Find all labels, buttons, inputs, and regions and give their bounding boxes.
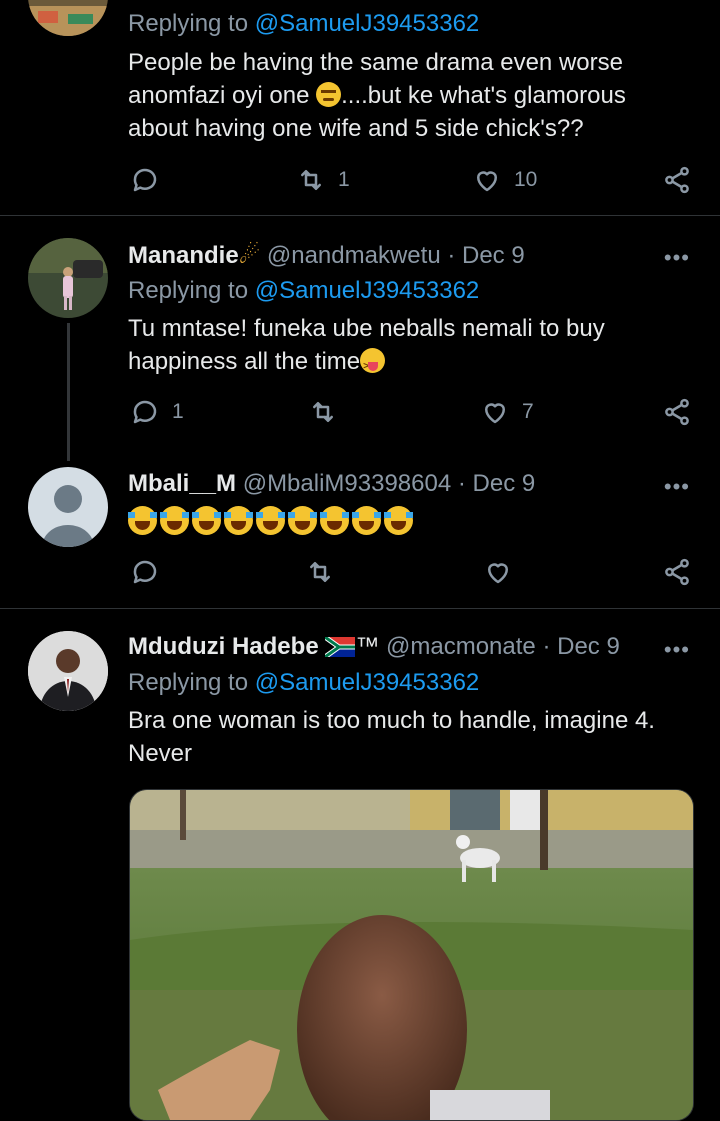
display-name[interactable]: Manandie xyxy=(128,242,239,269)
retweet-icon xyxy=(313,402,333,422)
share-icon xyxy=(665,398,689,426)
share-button[interactable] xyxy=(662,554,692,590)
tweet-text xyxy=(128,506,688,540)
replying-to: Replying to @SamuelJ39453362 xyxy=(128,669,480,696)
retweet-button[interactable] xyxy=(308,394,350,430)
tweet-text: Tu mntase! funeka ube neballs nemali to … xyxy=(128,312,688,383)
more-icon[interactable]: ••• xyxy=(664,245,690,271)
reply-button[interactable] xyxy=(130,162,172,198)
like-icon xyxy=(477,171,497,192)
replying-to: Replying to @SamuelJ39453362 xyxy=(128,277,480,304)
reply-icon xyxy=(133,560,157,584)
username[interactable]: @nandmakwetu xyxy=(267,242,441,269)
tweet-header: Mbali__M @MbaliM93398604 · Dec 9 xyxy=(128,470,535,498)
retweet-button[interactable]: 1 xyxy=(296,162,350,198)
timestamp[interactable]: · Dec 9 xyxy=(542,633,619,660)
tears-of-joy-emoji-icon xyxy=(160,506,189,535)
like-icon xyxy=(485,403,505,424)
south-africa-flag-icon xyxy=(323,634,356,660)
comet-emoji-icon: ☄ xyxy=(238,242,261,269)
avatar[interactable] xyxy=(28,467,108,547)
tweet-actions: 1 10 xyxy=(128,162,694,198)
tweet-actions xyxy=(128,554,694,590)
tears-of-joy-emoji-icon xyxy=(320,506,349,535)
share-icon xyxy=(665,558,689,586)
replying-handle-link[interactable]: @SamuelJ39453362 xyxy=(255,10,480,37)
tweet-header: Mduduzi Hadebe ™ @macmonate · Dec 9 xyxy=(128,633,620,660)
more-icon[interactable]: ••• xyxy=(664,474,690,500)
display-name[interactable]: Mduduzi Hadebe xyxy=(128,633,319,660)
more-icon[interactable]: ••• xyxy=(664,637,690,663)
tears-of-joy-emoji-icon xyxy=(352,506,381,535)
like-button[interactable]: 7 xyxy=(480,394,534,430)
tears-of-joy-emoji-icon xyxy=(192,506,221,535)
squinting-tongue-emoji-icon xyxy=(360,348,386,383)
replying-handle-link[interactable]: @SamuelJ39453362 xyxy=(255,669,480,696)
like-button[interactable] xyxy=(483,554,525,590)
tweet-header: Manandie☄ @nandmakwetu · Dec 9 xyxy=(128,241,525,270)
username[interactable]: @MbaliM93398604 xyxy=(243,470,452,497)
avatar[interactable] xyxy=(28,631,108,711)
retweet-icon xyxy=(301,170,321,190)
reply-button[interactable]: 1 xyxy=(130,394,184,430)
tears-of-joy-emoji-icon xyxy=(288,506,317,535)
display-name[interactable]: Mbali__M xyxy=(128,470,236,497)
tweet-media-photo[interactable] xyxy=(129,789,694,1121)
reply-icon xyxy=(133,168,157,192)
share-button[interactable] xyxy=(662,394,692,430)
thread-line xyxy=(67,323,70,461)
reply-button[interactable] xyxy=(130,554,172,590)
timestamp[interactable]: · Dec 9 xyxy=(458,470,535,497)
like-icon xyxy=(488,563,508,584)
tweet-text: Bra one woman is too much to handle, ima… xyxy=(128,707,655,767)
replying-handle-link[interactable]: @SamuelJ39453362 xyxy=(255,277,480,304)
reply-icon xyxy=(133,400,157,424)
retweet-button[interactable] xyxy=(305,554,347,590)
replying-to: Replying to @SamuelJ39453362 xyxy=(128,10,480,37)
share-icon xyxy=(665,166,689,194)
share-button[interactable] xyxy=(662,162,692,198)
unamused-emoji-icon xyxy=(316,82,342,107)
username[interactable]: @macmonate xyxy=(386,633,536,660)
tears-of-joy-emoji-icon xyxy=(256,506,285,535)
avatar[interactable] xyxy=(28,238,108,318)
tears-of-joy-emoji-icon xyxy=(128,506,157,535)
avatar[interactable] xyxy=(28,0,108,36)
divider xyxy=(0,215,720,216)
tweet-actions: 1 7 xyxy=(128,394,694,430)
timestamp[interactable]: · Dec 9 xyxy=(447,242,524,269)
tears-of-joy-emoji-icon xyxy=(224,506,253,535)
tears-of-joy-emoji-icon xyxy=(384,506,413,535)
retweet-icon xyxy=(310,562,330,582)
tweet-text: People be having the same drama even wor… xyxy=(128,49,626,142)
like-button[interactable]: 10 xyxy=(472,162,537,198)
divider xyxy=(0,608,720,609)
